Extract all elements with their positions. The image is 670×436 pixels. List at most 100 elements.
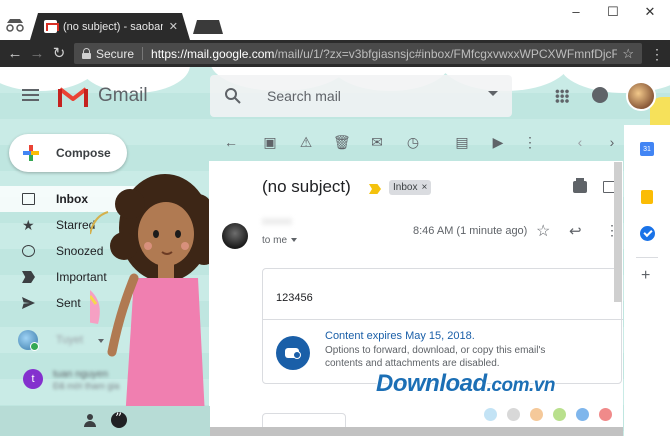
download-watermark-logo: Download.com.vn [376,370,555,397]
watermark-dot [530,408,543,421]
archive-icon[interactable]: ▣ [262,134,278,150]
get-addons-plus-icon[interactable]: + [641,267,650,285]
sidebar-item-important[interactable]: Important [0,264,196,290]
calendar-icon[interactable]: 31 [640,142,654,156]
divider [142,47,144,60]
confidential-mode-icon [276,336,310,370]
bookmark-star-icon[interactable]: ☆ [622,46,634,62]
labels-icon[interactable]: ▶ [490,134,506,150]
incognito-icon[interactable] [6,18,24,32]
unread-count: 2,568 [158,192,186,204]
watermark-dot [576,408,589,421]
back-icon[interactable]: ← [6,45,24,63]
main-menu-icon[interactable] [22,89,39,101]
watermark-dot [599,408,612,421]
mark-unread-icon[interactable]: ✉ [369,134,385,150]
gmail-logo-icon[interactable] [58,86,88,108]
sidebar-scrollbar[interactable] [188,363,194,401]
gmail-wordmark: Gmail [98,85,148,106]
chevron-down-icon[interactable] [98,339,104,343]
label-chip-text: Inbox [393,182,418,193]
star-icon: ★ [22,217,35,233]
compose-button[interactable]: Compose [9,134,127,172]
sidebar-item-starred[interactable]: ★ Starred [0,212,196,238]
gmail-favicon-icon [44,20,59,33]
secure-label: Secure [96,46,135,61]
clock-icon [22,245,35,257]
browser-menu-icon[interactable]: ⋮ [650,45,664,63]
divider [263,319,623,320]
expiry-description: Options to forward, download, or copy th… [325,345,546,369]
side-panel: 31 + [624,125,670,436]
keep-icon[interactable] [641,190,653,204]
newer-icon[interactable]: ‹ [572,134,588,150]
send-icon [22,297,35,309]
label-chip[interactable]: Inbox × [389,180,432,195]
sidebar-footer [0,406,210,436]
chevron-down-icon[interactable] [291,238,298,243]
account-avatar[interactable] [626,81,656,111]
more-options-icon[interactable]: ⋮ [522,134,538,150]
sidebar-item-inbox[interactable]: Inbox 2,568 [0,186,196,212]
hangouts-avatar [18,330,39,351]
sidebar-item-label: Important [56,270,107,284]
sidebar-item-label: Sent [56,296,81,310]
address-bar[interactable]: Secure https://mail.google.com/mail/u/1/… [74,43,642,64]
tasks-icon[interactable] [640,226,655,241]
star-icon[interactable]: ☆ [536,221,550,241]
notifications-icon[interactable] [592,87,608,103]
horizontal-scrollbar[interactable] [209,427,623,436]
email-timestamp: 8:46 AM (1 minute ago) [413,225,528,237]
browser-tab[interactable]: (no subject) - saobanghn ✕ [30,13,190,40]
recipients[interactable]: to me [262,235,298,246]
report-spam-icon[interactable]: ⚠ [298,134,314,150]
hangouts-user[interactable]: Tuyet [18,330,194,352]
apps-grid-icon[interactable] [555,89,569,103]
window-close-button[interactable]: ✕ [638,4,662,20]
contact-name: tuan nguyen [53,369,109,380]
sender-avatar[interactable] [222,223,248,249]
watermark-dot [507,408,520,421]
new-tab-button[interactable] [193,20,223,34]
person-icon[interactable] [84,414,96,428]
add-chat-plus-icon[interactable]: + [177,331,186,349]
search-input[interactable]: Search mail [267,88,341,104]
watermark-dot [484,408,497,421]
move-to-icon[interactable]: ▤ [454,134,470,150]
delete-icon[interactable]: 🗑 [333,134,351,150]
url-text: https://mail.google.com/mail/u/1/?zx=v3b… [151,46,618,61]
importance-marker-icon[interactable] [369,184,381,194]
search-options-icon[interactable] [488,91,498,96]
compose-plus-icon [23,145,39,161]
sidebar-item-label: Snoozed [56,244,104,258]
sidebar-item-snoozed[interactable]: Snoozed [0,238,196,264]
browser-tabbar: (no subject) - saobanghn ✕ – ☐ ✕ [0,0,670,40]
reload-icon[interactable]: ↻ [50,45,68,63]
email-scrollbar[interactable] [614,162,622,302]
window-maximize-button[interactable]: ☐ [601,4,625,20]
print-icon[interactable] [573,178,587,193]
reply-icon[interactable]: ↩ [569,222,582,240]
inbox-icon [22,193,35,205]
compose-label: Compose [56,146,111,160]
older-icon[interactable]: › [604,134,620,150]
window-minimize-button[interactable]: – [564,4,588,20]
hangouts-contact[interactable]: t tuan nguyen Đã mời tham gia [23,369,193,393]
remove-label-icon[interactable]: × [421,180,427,195]
email-body: 123456 Content expires May 15, 2018. Opt… [262,268,623,384]
browser-toolbar: ← → ↻ Secure https://mail.google.com/mai… [0,40,670,67]
forward-icon[interactable]: → [28,45,46,63]
search-icon[interactable] [224,87,242,105]
watermark-dots [484,408,614,422]
search-bar[interactable]: Search mail [210,75,512,117]
divider [636,257,658,258]
gmail-header: Gmail Search mail [0,67,670,157]
back-to-inbox-icon[interactable]: ← [223,134,239,150]
snooze-icon[interactable]: ◷ [405,134,421,150]
tab-close-icon[interactable]: ✕ [169,20,178,33]
hangouts-user-name: Tuyet [56,334,84,346]
sidebar-item-sent[interactable]: Sent [0,290,196,316]
hangouts-icon[interactable] [111,411,127,428]
watermark-dot [553,408,566,421]
tab-title: (no subject) - saobanghn [63,20,163,33]
